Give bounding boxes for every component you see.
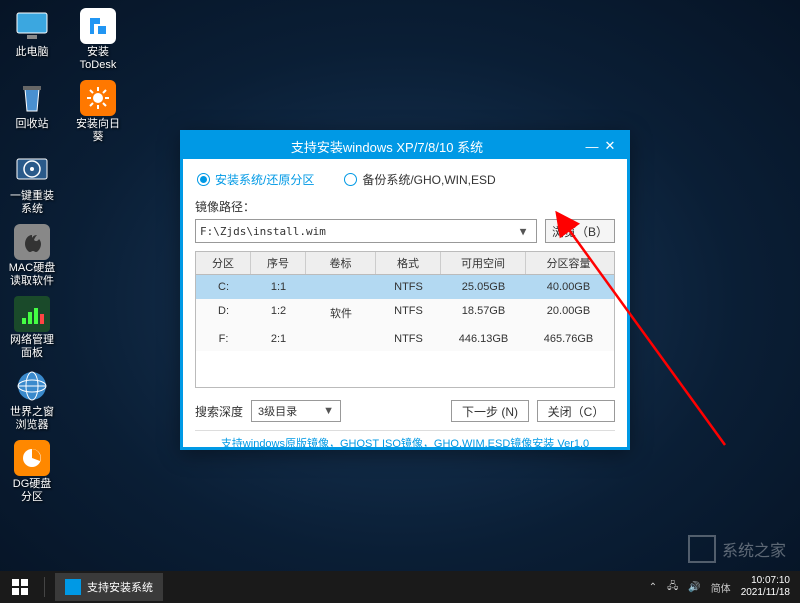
desktop-icon-network-panel[interactable]: 网络管理面板 (8, 296, 56, 360)
desktop-icon-dg-partition[interactable]: DG硬盘分区 (8, 440, 56, 504)
radio-icon (344, 173, 357, 186)
desktop-icon-this-pc[interactable]: 此电脑 (8, 8, 56, 72)
search-depth-label: 搜索深度 (195, 403, 243, 420)
version-info: 支持windows原版镜像，GHOST ISO镜像，GHO,WIM,ESD镜像安… (195, 430, 615, 453)
cd-monitor-icon (14, 152, 50, 188)
browse-button[interactable]: 浏览（B） (545, 219, 615, 243)
taskbar-item-installer[interactable]: 支持安装系统 (55, 573, 163, 601)
radio-icon (197, 173, 210, 186)
todesk-icon (80, 8, 116, 44)
desktop-icon-reinstall[interactable]: 一键重装系统 (8, 152, 56, 216)
desktop-icons: 此电脑 安装ToDesk 回收站 安装向日葵 一键重装系统 (8, 8, 122, 504)
table-row[interactable]: F: 2:1 NTFS 446.13GB 465.76GB (196, 327, 614, 351)
globe-icon (14, 368, 50, 404)
desktop-icon-recycle-bin[interactable]: 回收站 (8, 80, 56, 144)
window-title: 支持安装windows XP/7/8/10 系统 (191, 137, 583, 156)
clock[interactable]: 10:07:10 2021/11/18 (741, 575, 790, 599)
partition-table: 分区 序号 卷标 格式 可用空间 分区容量 C: 1:1 NTFS 25.05G… (195, 251, 615, 388)
watermark: 系统之家 (688, 535, 786, 563)
network-icon[interactable]: 🖧 (667, 579, 678, 596)
window-content: 安装系统/还原分区 备份系统/GHO,WIN,ESD 镜像路径： F:\Zjds… (183, 159, 627, 461)
table-header: 分区 序号 卷标 格式 可用空间 分区容量 (196, 252, 614, 275)
radio-install-restore[interactable]: 安装系统/还原分区 (197, 171, 314, 188)
titlebar[interactable]: 支持安装windows XP/7/8/10 系统 — ✕ (183, 133, 627, 159)
minimize-button[interactable]: — (583, 139, 601, 154)
desktop-icon-mac-disk[interactable]: MAC硬盘读取软件 (8, 224, 56, 288)
table-row[interactable]: C: 1:1 NTFS 25.05GB 40.00GB (196, 275, 614, 299)
apple-icon (14, 224, 50, 260)
table-row[interactable]: D: 1:2 软件 NTFS 18.57GB 20.00GB (196, 299, 614, 327)
bars-icon (14, 296, 50, 332)
tray-up-icon[interactable]: ⌃ (649, 582, 657, 593)
close-btn[interactable]: 关闭（C） (537, 400, 615, 422)
recycle-bin-icon (14, 80, 50, 116)
desktop-icon-sunflower[interactable]: 安装向日葵 (74, 80, 122, 144)
pie-icon (14, 440, 50, 476)
dropdown-icon: ▼ (323, 405, 334, 417)
installer-window: 支持安装windows XP/7/8/10 系统 — ✕ 安装系统/还原分区 备… (180, 130, 630, 450)
image-path-input[interactable]: F:\Zjds\install.wim ▼ (195, 219, 537, 243)
desktop-icon-todesk[interactable]: 安装ToDesk (74, 8, 122, 72)
image-path-label: 镜像路径： (195, 198, 615, 215)
desktop: 此电脑 安装ToDesk 回收站 安装向日葵 一键重装系统 (0, 0, 800, 603)
radio-backup[interactable]: 备份系统/GHO,WIN,ESD (344, 171, 495, 188)
sunflower-icon (80, 80, 116, 116)
app-icon (65, 579, 81, 595)
search-depth-select[interactable]: 3级目录 ▼ (251, 400, 341, 422)
system-tray: ⌃ 🖧 🔊 简体 10:07:10 2021/11/18 (639, 575, 800, 599)
monitor-icon (14, 8, 50, 44)
taskbar: 支持安装系统 ⌃ 🖧 🔊 简体 10:07:10 2021/11/18 (0, 571, 800, 603)
dropdown-icon[interactable]: ▼ (514, 225, 532, 238)
volume-icon[interactable]: 🔊 (688, 582, 700, 593)
start-button[interactable] (0, 571, 40, 603)
ime-indicator[interactable]: 简体 (711, 580, 731, 595)
house-icon (688, 535, 716, 563)
desktop-icon-browser[interactable]: 世界之窗浏览器 (8, 368, 56, 432)
next-button[interactable]: 下一步 (N) (451, 400, 529, 422)
close-button[interactable]: ✕ (601, 138, 619, 154)
